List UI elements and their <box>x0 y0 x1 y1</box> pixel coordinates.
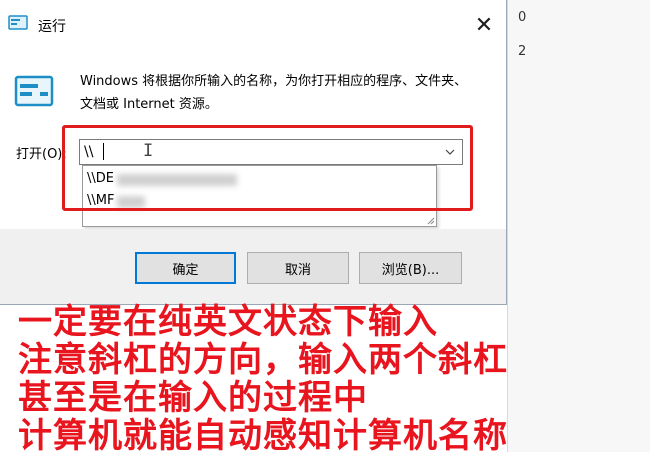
cancel-button[interactable]: 取消 <box>247 252 349 284</box>
annotation-caption: 一定要在纯英文状态下输入 注意斜杠的方向，输入两个斜杠 甚至是在输入的过程中 计… <box>18 303 508 455</box>
caption-line-3: 甚至是在输入的过程中 <box>18 378 368 418</box>
background-text-1: 0 <box>518 10 527 25</box>
ok-button[interactable]: 确定 <box>135 252 236 284</box>
run-large-icon <box>14 75 54 107</box>
annotation-highlight-box <box>62 125 473 211</box>
run-dialog: 运行 ✕ Windows 将根据你所输入的名称，为你打开相应的程序、文件夹、文档… <box>0 0 507 305</box>
caption-line-1: 一定要在纯英文状态下输入 <box>18 302 438 342</box>
background-window: 0 2 <box>507 0 650 452</box>
close-button[interactable]: ✕ <box>462 6 506 44</box>
caption-line-2: 注意斜杠的方向，输入两个斜杠 <box>18 340 508 380</box>
dialog-title: 运行 <box>38 19 66 35</box>
background-text-2: 2 <box>518 44 527 59</box>
run-icon <box>8 15 28 30</box>
caption-line-4: 计算机就能自动感知计算机名称 <box>18 416 508 456</box>
description-text: Windows 将根据你所输入的名称，为你打开相应的程序、文件夹、文档或 Int… <box>80 74 468 112</box>
close-icon: ✕ <box>474 12 494 38</box>
title-bar[interactable]: 运行 ✕ <box>0 0 506 48</box>
resize-grip-icon[interactable] <box>426 216 435 225</box>
browse-button[interactable]: 浏览(B)... <box>359 252 462 284</box>
open-label: 打开(O): <box>16 147 67 162</box>
